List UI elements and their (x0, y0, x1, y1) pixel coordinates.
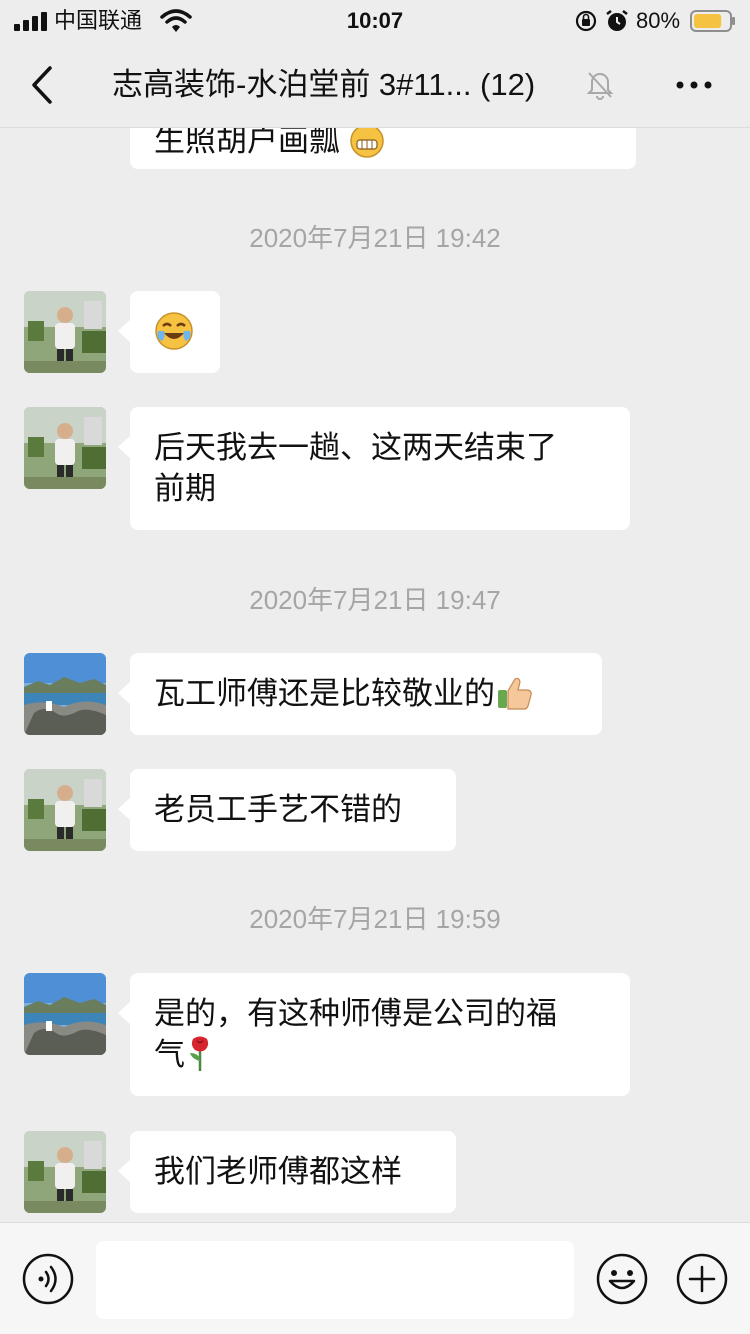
avatar[interactable] (24, 769, 106, 851)
message-text-line: 是的，有这种师傅是公司的福 (154, 996, 557, 1031)
message-bubble[interactable]: 老员工手艺不错的 (118, 769, 456, 851)
orientation-lock-icon (574, 9, 598, 33)
crying-laughing-emoji (154, 311, 194, 361)
timestamp: 2020年7月21日 19:59 (249, 904, 501, 934)
chat-screen: 生照胡户画瓢 2020年7月21日 19:42 后天我去一趟、这两天结束了 前期… (0, 0, 750, 1334)
battery-percent: 80% (636, 8, 681, 33)
bell-muted-icon (586, 70, 614, 100)
timestamp: 2020年7月21日 19:42 (249, 223, 501, 253)
alarm-icon (604, 8, 630, 34)
message-text: 瓦工师傅还是比较敬业的 (154, 676, 495, 711)
message-bubble[interactable]: 我们老师傅都这样 (118, 1131, 456, 1213)
avatar[interactable] (24, 407, 106, 489)
chat-title: 志高装饰-水泊堂前 3#11... (12) (112, 67, 536, 102)
avatar[interactable] (24, 291, 106, 373)
rose-emoji (185, 1035, 215, 1083)
message-bubble[interactable]: 后天我去一趟、这两天结束了 前期 (118, 407, 630, 530)
thumbs-up-emoji (495, 674, 533, 722)
message-text-line: 前期 (154, 471, 216, 506)
battery-icon (690, 10, 736, 32)
message-text: 老员工手艺不错的 (154, 792, 402, 827)
message-text: 生照胡户画瓢 (154, 123, 340, 158)
status-bar: 中国联通 10:07 80% (0, 0, 750, 42)
avatar[interactable] (24, 973, 106, 1055)
emoji-face-icon[interactable] (596, 1253, 648, 1305)
grin-emoji (349, 123, 385, 169)
message-list[interactable]: 生照胡户画瓢 2020年7月21日 19:42 后天我去一趟、这两天结束了 前期… (0, 0, 750, 1222)
message-text-line: 后天我去一趟、这两天结束了 (154, 430, 557, 465)
message-text: 我们老师傅都这样 (154, 1154, 402, 1189)
voice-icon[interactable] (22, 1253, 74, 1305)
timestamp: 2020年7月21日 19:47 (249, 585, 501, 615)
avatar[interactable] (24, 653, 106, 735)
message-bubble[interactable]: 瓦工师傅还是比较敬业的 (118, 653, 602, 735)
avatar[interactable] (24, 1131, 106, 1213)
plus-circle-icon[interactable] (676, 1253, 728, 1305)
navigation-bar: 志高装饰-水泊堂前 3#11... (12) (0, 42, 750, 128)
more-dots-icon[interactable] (674, 72, 714, 98)
message-input[interactable] (96, 1241, 574, 1319)
message-text-line: 气 (154, 1037, 185, 1072)
input-bar (0, 1222, 750, 1334)
message-bubble[interactable] (118, 291, 220, 373)
chevron-left-icon[interactable] (28, 64, 58, 106)
message-bubble[interactable]: 是的，有这种师傅是公司的福 气 (118, 973, 630, 1096)
